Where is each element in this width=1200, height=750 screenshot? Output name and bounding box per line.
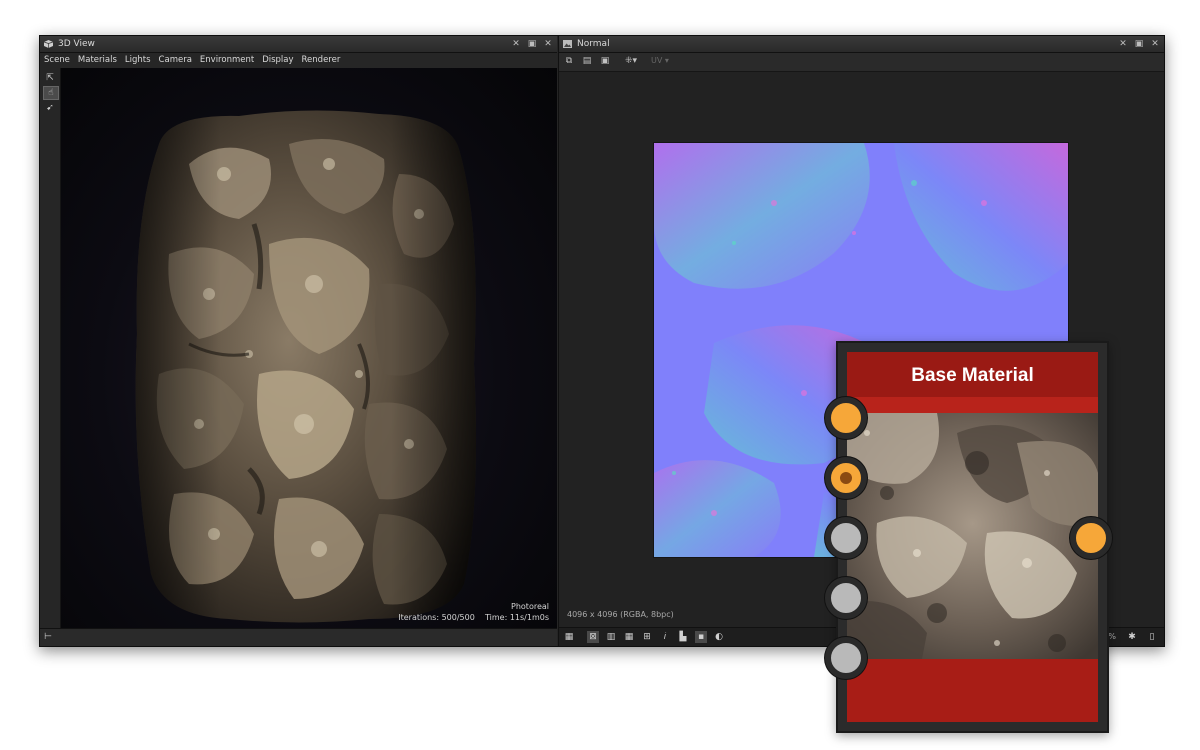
time-label: Time: 11s/1m0s [485,613,549,622]
histogram-icon[interactable]: ▙ [677,631,689,643]
image-info-label: 4096 x 4096 (RGBA, 8bpc) [567,610,674,619]
uv-selector[interactable]: UV ▾ [651,56,669,65]
input-port-4[interactable] [825,577,867,619]
output-port[interactable] [1070,517,1112,559]
color-swatch-icon[interactable]: ▪ [695,631,707,643]
menu-environment[interactable]: Environment [196,53,258,68]
port-selected-dot-icon [840,472,852,484]
export-image-icon[interactable]: ▣ [599,56,611,67]
titlebar-normal-view: Normal ✕ ▣ ✕ [559,36,1164,53]
menu-display[interactable]: Display [258,53,297,68]
titlebar-3d-view: 3D View ✕ ▣ ✕ [40,36,557,53]
panel-title: 3D View [58,39,95,49]
node-title: Base Material [847,352,1098,397]
input-port-3[interactable] [825,517,867,559]
settings-icon[interactable]: ✱ [1126,631,1138,643]
grid-icon[interactable]: ▦ [623,631,635,643]
rock-cylinder-render [135,110,477,623]
menu-materials[interactable]: Materials [74,53,121,68]
normal-view-toolbar: ⧉ ▤ ▣ ⁜▾ UV ▾ [559,53,1164,72]
node-header-strip [847,397,1098,413]
input-port-2-selected[interactable] [825,457,867,499]
restore-icon[interactable]: ▣ [1134,36,1144,52]
save-icon[interactable]: ▤ [581,56,593,67]
copy-icon[interactable]: ⧉ [563,56,575,67]
node-preview-image [847,413,1098,659]
close-icon[interactable]: ✕ [543,36,553,52]
viewport-toolstrip: ⇱ ☝ ➹ [40,68,61,628]
color-channels-icon[interactable]: ▦ [563,631,575,643]
menu-scene[interactable]: Scene [40,53,74,68]
input-port-5[interactable] [825,637,867,679]
hand-tool-icon[interactable]: ☝ [43,86,59,100]
menubar-3d-view: Scene Materials Lights Camera Environmen… [40,53,557,68]
export-icon[interactable]: ⇱ [43,72,57,84]
close-icon[interactable]: ✕ [1150,36,1160,52]
pin-icon[interactable]: ✕ [511,36,521,52]
3d-viewport[interactable]: Photoreal Iterations: 500/500 Time: 11s/… [61,68,557,628]
input-port-1[interactable] [825,397,867,439]
restore-icon[interactable]: ▣ [527,36,537,52]
color-picker-icon[interactable]: ◐ [713,631,725,643]
channel-view-icon[interactable]: ▥ [605,631,617,643]
channel-dropdown-icon[interactable]: ⁜▾ [621,56,641,67]
node-footer [847,659,1098,722]
scene-tree-icon[interactable]: ⊢ [44,632,52,642]
statusbar-3d-view: ⊢ [40,628,557,646]
pin-icon[interactable]: ✕ [1118,36,1128,52]
tile-icon[interactable]: ⊞ [641,631,653,643]
menu-camera[interactable]: Camera [155,53,196,68]
render-mode-label: Photoreal [511,602,549,611]
menu-lights[interactable]: Lights [121,53,155,68]
cube-icon [44,40,53,48]
menu-renderer[interactable]: Renderer [298,53,345,68]
render-stats: Photoreal Iterations: 500/500 Time: 11s/… [398,601,549,623]
zoom-label: % [1108,632,1116,641]
panel-3d-view: 3D View ✕ ▣ ✕ Scene Materials Lights Cam… [40,36,557,646]
iterations-label: Iterations: 500/500 [398,613,475,622]
picker-tool-icon[interactable]: ➹ [43,102,57,114]
base-material-node[interactable]: Base Material [836,341,1109,733]
image-icon [563,40,572,48]
info-icon[interactable]: 𝑖 [659,631,671,643]
panel-title: Normal [577,39,610,49]
fit-view-icon[interactable]: ▯ [1146,631,1158,643]
checker-background-icon[interactable]: ⊠ [587,631,599,643]
